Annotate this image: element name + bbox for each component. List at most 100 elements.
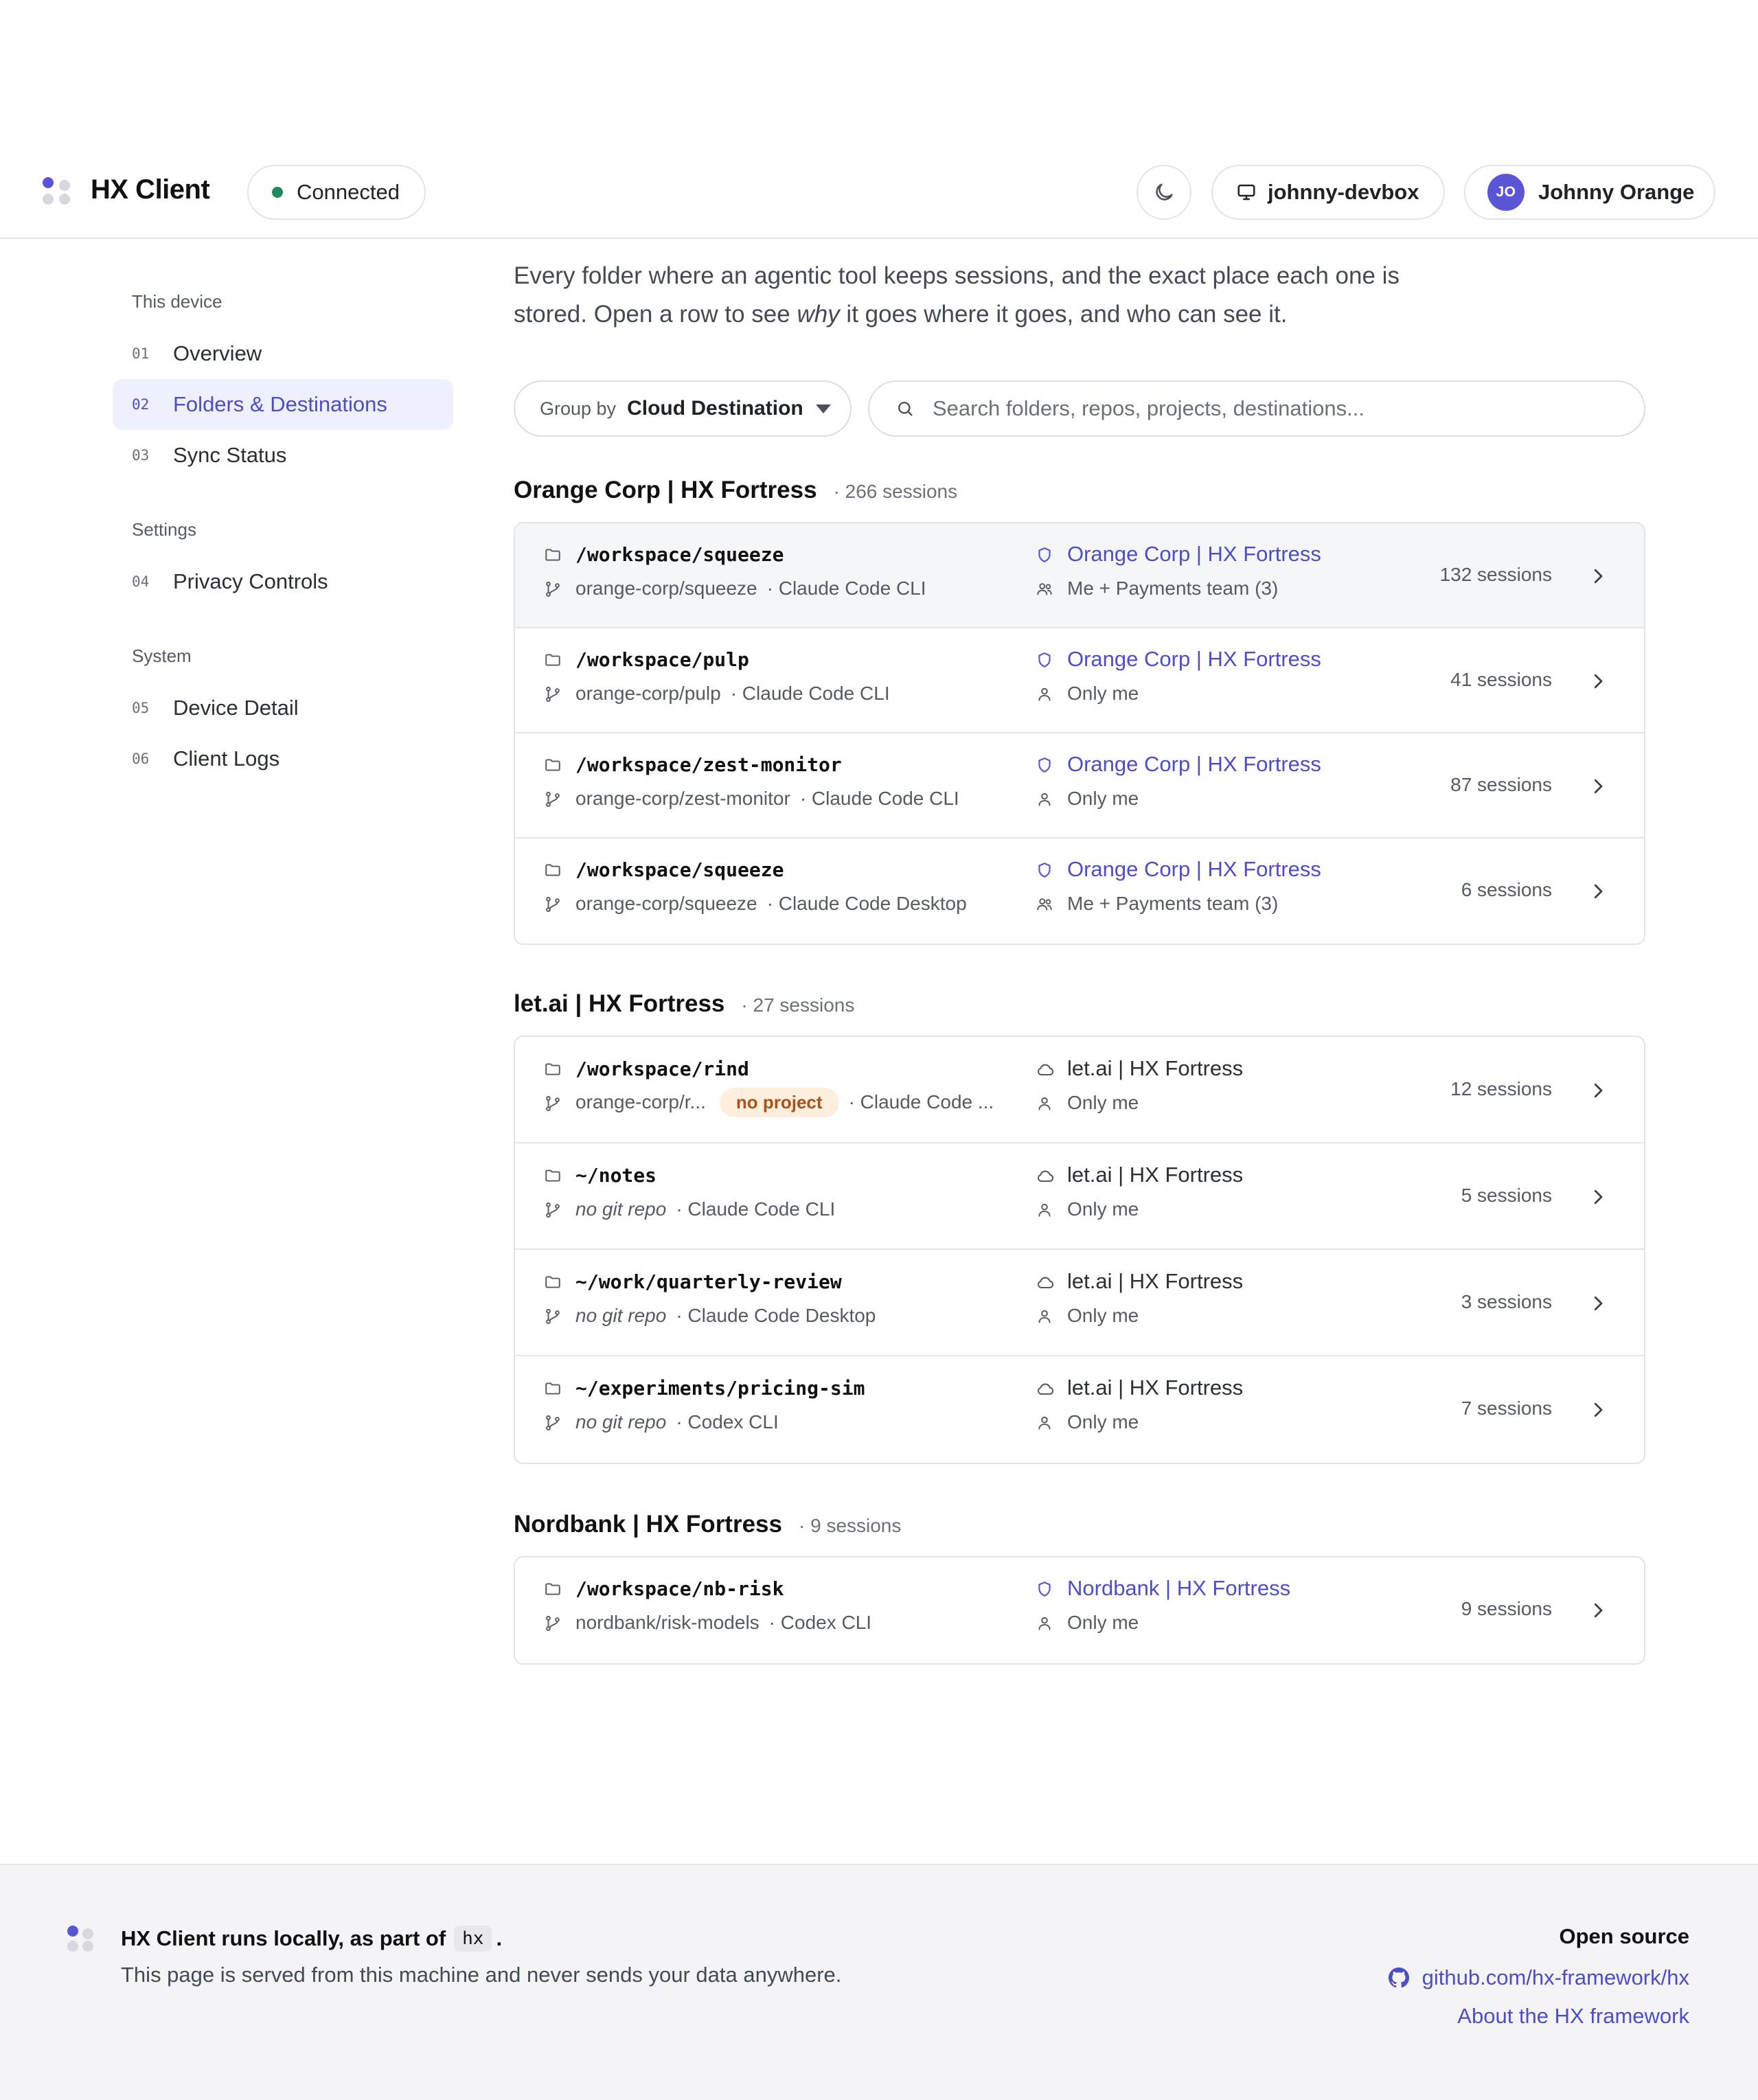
search-input[interactable] bbox=[933, 396, 1619, 421]
top-bar: HX Client Connected johnny-devbox JO Joh… bbox=[0, 0, 1758, 239]
repo-tool-line: no git repo · Codex CLI bbox=[575, 1411, 783, 1433]
folder-row[interactable]: ~/notes no git repo · Claude Code CLI let.a… bbox=[515, 1143, 1644, 1250]
user-menu-button[interactable]: JO Johnny Orange bbox=[1464, 165, 1715, 220]
destination-name: Orange Corp | HX Fortress bbox=[1067, 647, 1321, 672]
chevron-right-icon[interactable] bbox=[1588, 1080, 1608, 1104]
visibility-label: Only me bbox=[1067, 1411, 1139, 1433]
git-branch-icon bbox=[544, 1614, 562, 1636]
intro-emphasis: why bbox=[797, 301, 840, 328]
destination-separator: | bbox=[1118, 1162, 1124, 1187]
destination-name: let.ai | HX Fortress bbox=[1067, 1163, 1243, 1187]
session-count: 41 sessions bbox=[1450, 668, 1552, 690]
destination-vault: HX Fortress bbox=[1207, 646, 1321, 671]
folder-icon bbox=[544, 1060, 562, 1082]
folder-row[interactable]: /workspace/rind orange-corp/r... no projec… bbox=[515, 1037, 1644, 1143]
github-icon bbox=[1388, 1967, 1409, 1988]
folder-row[interactable]: /workspace/squeeze orange-corp/squeeze · C… bbox=[515, 523, 1644, 628]
group-session-count: · 27 sessions bbox=[741, 994, 855, 1016]
destination-org: Orange Corp bbox=[1067, 751, 1191, 776]
user-name: Johnny Orange bbox=[1538, 180, 1695, 204]
visibility-label: Me + Payments team (3) bbox=[1067, 892, 1279, 914]
folder-path: /workspace/squeeze bbox=[575, 543, 784, 566]
destination-name: Orange Corp | HX Fortress bbox=[1067, 857, 1321, 882]
group-header: Orange Corp | HX Fortress · 266 sessions bbox=[514, 477, 957, 504]
git-branch-icon bbox=[544, 1308, 562, 1329]
group-by-select[interactable]: Group by Cloud Destination bbox=[514, 380, 852, 437]
folder-path: /workspace/nb-risk bbox=[575, 1577, 784, 1600]
visibility-label: Only me bbox=[1067, 1091, 1139, 1113]
destination-org: let.ai bbox=[1067, 1375, 1112, 1400]
folder-icon bbox=[544, 1580, 562, 1601]
group-title: let.ai | HX Fortress bbox=[514, 990, 725, 1017]
destination-vault: HX Fortress bbox=[1207, 856, 1321, 881]
chevron-right-icon[interactable] bbox=[1588, 566, 1608, 590]
user-icon bbox=[1036, 1614, 1053, 1636]
sidebar-item-sync-status[interactable]: 03 Sync Status bbox=[113, 430, 453, 481]
git-branch-icon bbox=[544, 790, 562, 812]
search-bar bbox=[868, 380, 1645, 437]
chevron-right-icon[interactable] bbox=[1588, 1187, 1608, 1211]
tool-name: · Codex CLI bbox=[768, 1612, 872, 1633]
sidebar-item-privacy-controls[interactable]: 04 Privacy Controls bbox=[113, 556, 453, 607]
device-selector-button[interactable]: johnny-devbox bbox=[1211, 165, 1445, 220]
search-icon bbox=[898, 402, 913, 416]
tool-name: · Codex CLI bbox=[676, 1411, 779, 1433]
sidebar-item-overview[interactable]: 01 Overview bbox=[113, 328, 453, 379]
folder-path: ~/experiments/pricing-sim bbox=[575, 1376, 865, 1400]
repo-tool-line: no git repo · Claude Code CLI bbox=[575, 1198, 839, 1220]
sidebar-item-number: 05 bbox=[132, 700, 150, 716]
group-header: Nordbank | HX Fortress · 9 sessions bbox=[514, 1511, 901, 1538]
folder-table: /workspace/nb-risk nordbank/risk-models · … bbox=[514, 1556, 1645, 1665]
folder-row[interactable]: /workspace/zest-monitor orange-corp/zest-… bbox=[515, 733, 1644, 838]
folder-row[interactable]: /workspace/squeeze orange-corp/squeeze · C… bbox=[515, 838, 1644, 944]
folder-row[interactable]: ~/work/quarterly-review no git repo · Clau… bbox=[515, 1250, 1644, 1356]
logo bbox=[43, 177, 74, 209]
destination-org: let.ai bbox=[1067, 1055, 1112, 1080]
chevron-right-icon[interactable] bbox=[1588, 881, 1608, 905]
chevron-right-icon[interactable] bbox=[1588, 1600, 1608, 1624]
folder-path: /workspace/squeeze bbox=[575, 858, 784, 881]
sidebar-item-label: Sync Status bbox=[173, 443, 287, 467]
shield-icon bbox=[1036, 546, 1053, 567]
destination-separator: | bbox=[1165, 1576, 1172, 1600]
connection-status-badge: Connected bbox=[247, 165, 426, 220]
cloud-icon bbox=[1036, 1167, 1055, 1189]
folder-path: ~/notes bbox=[575, 1163, 657, 1187]
chevron-right-icon[interactable] bbox=[1588, 776, 1608, 800]
destination-separator: | bbox=[1196, 856, 1202, 881]
chevron-right-icon[interactable] bbox=[1588, 1293, 1608, 1317]
sidebar-item-device-detail[interactable]: 05 Device Detail bbox=[113, 683, 453, 733]
sidebar-item-folders-destinations[interactable]: 02 Folders & Destinations bbox=[113, 379, 453, 430]
github-link[interactable]: github.com/hx-framework/hx bbox=[1386, 1965, 1689, 1990]
folder-row[interactable]: ~/experiments/pricing-sim no git repo · Co… bbox=[515, 1356, 1644, 1463]
destination-name: let.ai | HX Fortress bbox=[1067, 1269, 1243, 1294]
tool-name: · Claude Code Desktop bbox=[766, 892, 967, 914]
session-count: 3 sessions bbox=[1461, 1290, 1552, 1312]
theme-toggle-button[interactable] bbox=[1137, 165, 1191, 220]
sidebar-item-client-logs[interactable]: 06 Client Logs bbox=[113, 733, 453, 784]
git-branch-icon bbox=[544, 1095, 562, 1116]
repo-name: nordbank/risk-models bbox=[575, 1612, 760, 1633]
shield-icon bbox=[1036, 861, 1053, 882]
destination-separator: | bbox=[1196, 541, 1202, 566]
user-icon bbox=[1036, 685, 1053, 707]
sidebar-section-title: System bbox=[132, 646, 192, 666]
git-branch-icon bbox=[544, 895, 562, 917]
folder-row[interactable]: /workspace/nb-risk nordbank/risk-models · … bbox=[515, 1557, 1644, 1663]
sidebar-item-label: Folders & Destinations bbox=[173, 392, 387, 416]
moon-icon bbox=[1156, 183, 1173, 201]
chevron-right-icon[interactable] bbox=[1588, 671, 1608, 695]
about-framework-link[interactable]: About the HX framework bbox=[1457, 2004, 1689, 2029]
destination-org: let.ai bbox=[1067, 1162, 1112, 1187]
repo-tool-line: orange-corp/r... no project · Claude Code … bbox=[575, 1087, 998, 1117]
sidebar-item-number: 04 bbox=[132, 573, 150, 590]
session-count: 7 sessions bbox=[1461, 1397, 1552, 1419]
destination-name: let.ai | HX Fortress bbox=[1067, 1056, 1243, 1081]
app-title: HX Client bbox=[91, 174, 210, 205]
hx-code-chip: hx bbox=[454, 1926, 492, 1952]
chevron-right-icon[interactable] bbox=[1588, 1400, 1608, 1424]
destination-vault: HX Fortress bbox=[1129, 1162, 1244, 1187]
folder-row[interactable]: /workspace/pulp orange-corp/pulp · Claude … bbox=[515, 628, 1644, 733]
destination-org: let.ai bbox=[1067, 1268, 1112, 1293]
tool-name: · Claude Code CLI bbox=[766, 577, 926, 599]
